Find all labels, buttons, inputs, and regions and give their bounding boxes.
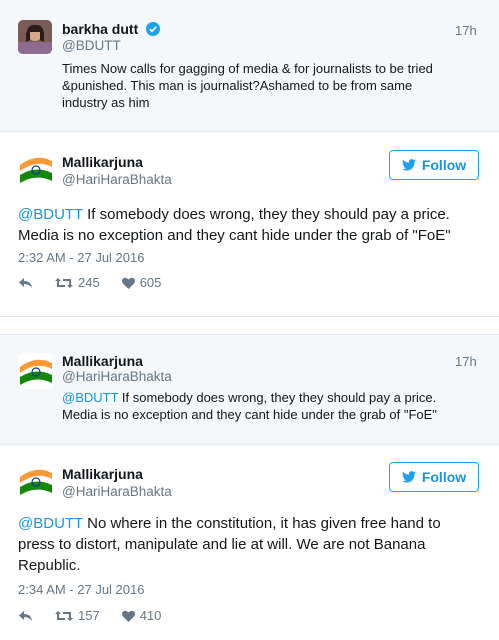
reply-button[interactable] [18, 277, 33, 289]
author-name[interactable]: Mallikarjuna [62, 353, 143, 369]
follow-button[interactable]: Follow [389, 150, 479, 180]
retweet-icon [55, 610, 73, 621]
avatar[interactable] [18, 463, 54, 499]
twitter-bird-icon [401, 471, 416, 483]
tweet-card-mallikarjuna-1: Mallikarjuna @HariHaraBhakta Follow @BDU… [0, 132, 499, 316]
author-handle[interactable]: @HariHaraBhakta [62, 172, 172, 187]
avatar[interactable] [18, 353, 54, 389]
reply-icon [19, 610, 32, 621]
tweet-time[interactable]: 17h [455, 354, 477, 369]
reply-button[interactable] [18, 610, 33, 622]
author-name[interactable]: Mallikarjuna [62, 466, 143, 482]
avatar[interactable] [18, 151, 54, 187]
tweet-date[interactable]: 2:34 AM - 27 Jul 2016 [18, 582, 144, 597]
retweet-button[interactable]: 245 [55, 275, 100, 290]
author-handle[interactable]: @BDUTT [62, 38, 121, 53]
retweet-icon [55, 277, 73, 288]
mention-link[interactable]: @BDUTT [62, 390, 118, 405]
tweet-actions: 157 410 [18, 608, 183, 623]
twitter-bird-icon [401, 159, 416, 171]
author-handle[interactable]: @HariHaraBhakta [62, 369, 172, 384]
tweet-actions: 245 605 [18, 275, 183, 290]
heart-icon [121, 277, 135, 289]
heart-icon [121, 610, 135, 622]
follow-button[interactable]: Follow [389, 462, 479, 492]
tweet-date[interactable]: 2:32 AM - 27 Jul 2016 [18, 250, 144, 265]
like-button[interactable]: 605 [121, 275, 161, 290]
mention-link[interactable]: @BDUTT [18, 515, 83, 532]
mention-link[interactable]: @BDUTT [18, 206, 83, 223]
tweet-card-mallikarjuna-2: Mallikarjuna @HariHaraBhakta 17h @BDUTT … [0, 335, 499, 444]
tweet-card-mallikarjuna-3: Mallikarjuna @HariHaraBhakta Follow @BDU… [0, 445, 499, 640]
avatar[interactable] [18, 20, 52, 54]
verified-badge-icon [146, 22, 161, 36]
author-name[interactable]: barkha dutt [62, 21, 161, 37]
like-button[interactable]: 410 [121, 608, 161, 623]
tweet-text: @BDUTT No where in the constitution, it … [18, 515, 441, 574]
tweet-time[interactable]: 17h [455, 23, 477, 38]
tweet-text: @BDUTT If somebody does wrong, they they… [18, 206, 451, 244]
retweet-button[interactable]: 157 [55, 608, 100, 623]
author-handle[interactable]: @HariHaraBhakta [62, 484, 172, 499]
tweet-text: Times Now calls for gagging of media & f… [62, 61, 433, 110]
reply-icon [19, 277, 32, 288]
author-name[interactable]: Mallikarjuna [62, 154, 143, 170]
tweet-text: @BDUTT If somebody does wrong, they they… [62, 390, 437, 422]
tweet-card-barkha: barkha dutt @BDUTT 17h Times Now calls f… [0, 0, 499, 131]
